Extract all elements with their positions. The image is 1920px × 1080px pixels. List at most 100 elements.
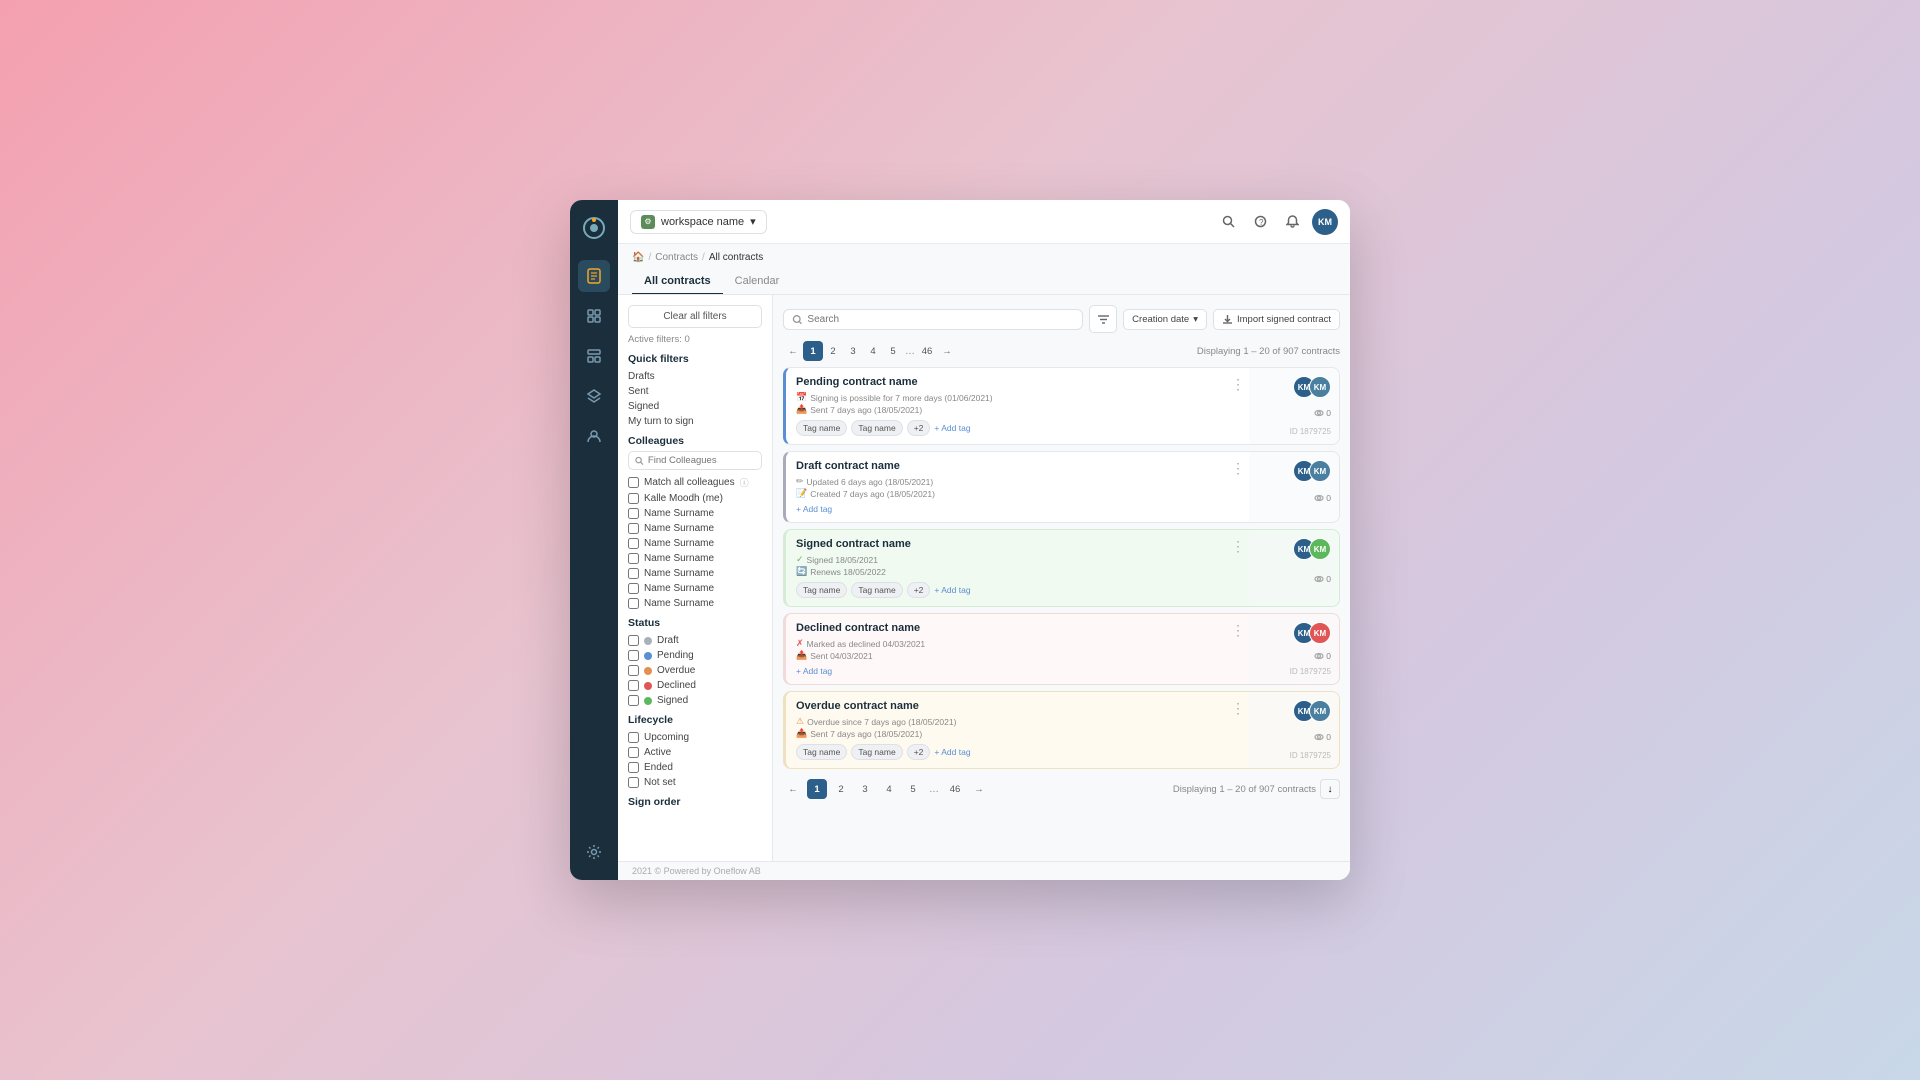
- draft-add-tag[interactable]: + Add tag: [796, 504, 832, 514]
- bottom-page-3-button[interactable]: 3: [855, 779, 875, 799]
- pending-tag-1[interactable]: Tag name: [796, 420, 847, 436]
- nav-settings-icon[interactable]: [578, 836, 610, 868]
- nav-layers-icon[interactable]: [578, 380, 610, 412]
- overdue-tag-1[interactable]: Tag name: [796, 744, 847, 760]
- colleague-1[interactable]: Name Surname: [628, 506, 762, 521]
- sort-button[interactable]: Creation date ▾: [1123, 309, 1207, 330]
- signed-tag-more[interactable]: +2: [907, 582, 931, 598]
- page-5-button[interactable]: 5: [883, 341, 903, 361]
- colleague-4[interactable]: Name Surname: [628, 551, 762, 566]
- lifecycle-ended[interactable]: Ended: [628, 760, 762, 775]
- lifecycle-not-set[interactable]: Not set: [628, 775, 762, 790]
- pending-more-button[interactable]: ⋮: [1231, 376, 1245, 393]
- pending-meta-1: 📅 Signing is possible for 7 more days (0…: [796, 392, 1239, 403]
- lifecycle-upcoming[interactable]: Upcoming: [628, 730, 762, 745]
- status-pending[interactable]: Pending: [628, 648, 762, 663]
- lifecycle-active[interactable]: Active: [628, 745, 762, 760]
- workspace-button[interactable]: ⚙ workspace name ▾: [630, 210, 767, 234]
- colleague-me[interactable]: Kalle Moodh (me): [628, 491, 762, 506]
- status-draft[interactable]: Draft: [628, 633, 762, 648]
- bottom-page-prev-button[interactable]: ←: [783, 779, 803, 799]
- user-avatar[interactable]: KM: [1312, 209, 1338, 235]
- colleague-3[interactable]: Name Surname: [628, 536, 762, 551]
- filter-drafts[interactable]: Drafts: [628, 369, 762, 384]
- pending-tag-more[interactable]: +2: [907, 420, 931, 436]
- bottom-page-next-button[interactable]: →: [969, 779, 989, 799]
- bottom-page-4-button[interactable]: 4: [879, 779, 899, 799]
- signed-tag-2[interactable]: Tag name: [851, 582, 902, 598]
- help-icon[interactable]: ?: [1248, 210, 1272, 234]
- import-signed-contract-button[interactable]: Import signed contract: [1213, 309, 1340, 330]
- overdue-more-button[interactable]: ⋮: [1231, 700, 1245, 717]
- search-icon[interactable]: [1216, 210, 1240, 234]
- filter-my-turn[interactable]: My turn to sign: [628, 414, 762, 429]
- download-icon[interactable]: ↓: [1320, 779, 1340, 799]
- colleague-6[interactable]: Name Surname: [628, 581, 762, 596]
- status-overdue[interactable]: Overdue: [628, 663, 762, 678]
- status-signed[interactable]: Signed: [628, 693, 762, 708]
- status-declined[interactable]: Declined: [628, 678, 762, 693]
- page-prev-button[interactable]: ←: [783, 341, 803, 361]
- page-body: Clear all filters Active filters: 0 Quic…: [618, 294, 1350, 861]
- declined-add-tag[interactable]: + Add tag: [796, 666, 832, 676]
- colleagues-search[interactable]: [628, 451, 762, 470]
- page-1-button[interactable]: 1: [803, 341, 823, 361]
- page-3-button[interactable]: 3: [843, 341, 863, 361]
- contracts-area: Creation date ▾ Import signed contract ←: [773, 295, 1350, 861]
- filter-panel: Clear all filters Active filters: 0 Quic…: [618, 295, 773, 861]
- tab-all-contracts[interactable]: All contracts: [632, 269, 723, 295]
- search-box[interactable]: [783, 309, 1083, 330]
- bottom-page-5-button[interactable]: 5: [903, 779, 923, 799]
- bottom-page-1-button[interactable]: 1: [807, 779, 827, 799]
- colleague-5[interactable]: Name Surname: [628, 566, 762, 581]
- pending-tag-2[interactable]: Tag name: [851, 420, 902, 436]
- draft-meta-text-1: Updated 6 days ago (18/05/2021): [807, 477, 934, 487]
- breadcrumb: 🏠 / Contracts / All contracts: [632, 252, 1336, 263]
- signed-tags: Tag name Tag name +2 + Add tag: [796, 582, 1239, 598]
- page-next-button[interactable]: →: [937, 341, 957, 361]
- declined-more-button[interactable]: ⋮: [1231, 622, 1245, 639]
- home-icon[interactable]: 🏠: [632, 252, 644, 263]
- breadcrumb-sep1: /: [648, 252, 651, 263]
- draft-dot: [644, 637, 652, 645]
- signed-more-button[interactable]: ⋮: [1231, 538, 1245, 555]
- notification-icon[interactable]: [1280, 210, 1304, 234]
- contract-card-draft[interactable]: Draft contract name ✏ Updated 6 days ago…: [783, 451, 1340, 523]
- contract-card-declined[interactable]: Declined contract name ✗ Marked as decli…: [783, 613, 1340, 685]
- colleague-7[interactable]: Name Surname: [628, 596, 762, 611]
- nav-contracts-icon[interactable]: [578, 260, 610, 292]
- declined-card-id: ID 1879725: [1290, 667, 1331, 676]
- nav-template-icon[interactable]: [578, 340, 610, 372]
- page-4-button[interactable]: 4: [863, 341, 883, 361]
- overdue-tag-more[interactable]: +2: [907, 744, 931, 760]
- declined-views: 0: [1314, 651, 1331, 661]
- contract-card-pending[interactable]: Pending contract name 📅 Signing is possi…: [783, 367, 1340, 445]
- clear-filters-button[interactable]: Clear all filters: [628, 305, 762, 328]
- draft-meta-1: ✏ Updated 6 days ago (18/05/2021): [796, 476, 1239, 487]
- match-all-colleagues[interactable]: Match all colleagues ⓘ: [628, 474, 762, 491]
- tab-calendar[interactable]: Calendar: [723, 269, 792, 295]
- page-2-button[interactable]: 2: [823, 341, 843, 361]
- breadcrumb-contracts[interactable]: Contracts: [655, 252, 698, 263]
- signed-add-tag[interactable]: + Add tag: [934, 585, 970, 595]
- filter-sent[interactable]: Sent: [628, 384, 762, 399]
- draft-tags: + Add tag: [796, 504, 1239, 514]
- nav-contacts-icon[interactable]: [578, 420, 610, 452]
- overdue-tag-2[interactable]: Tag name: [851, 744, 902, 760]
- bottom-page-46-button[interactable]: 46: [945, 779, 965, 799]
- contract-card-overdue[interactable]: Overdue contract name ⚠ Overdue since 7 …: [783, 691, 1340, 769]
- search-input[interactable]: [807, 314, 1074, 325]
- filter-signed[interactable]: Signed: [628, 399, 762, 414]
- page-46-button[interactable]: 46: [917, 341, 937, 361]
- pending-add-tag[interactable]: + Add tag: [934, 423, 970, 433]
- bottom-page-2-button[interactable]: 2: [831, 779, 851, 799]
- draft-more-button[interactable]: ⋮: [1231, 460, 1245, 477]
- colleague-2[interactable]: Name Surname: [628, 521, 762, 536]
- overdue-add-tag[interactable]: + Add tag: [934, 747, 970, 757]
- filter-icon-button[interactable]: [1089, 305, 1117, 333]
- colleagues-search-input[interactable]: [648, 455, 755, 466]
- nav-grid-icon[interactable]: [578, 300, 610, 332]
- app-logo[interactable]: [578, 212, 610, 244]
- contract-card-signed[interactable]: Signed contract name ✓ Signed 18/05/2021…: [783, 529, 1340, 607]
- signed-tag-1[interactable]: Tag name: [796, 582, 847, 598]
